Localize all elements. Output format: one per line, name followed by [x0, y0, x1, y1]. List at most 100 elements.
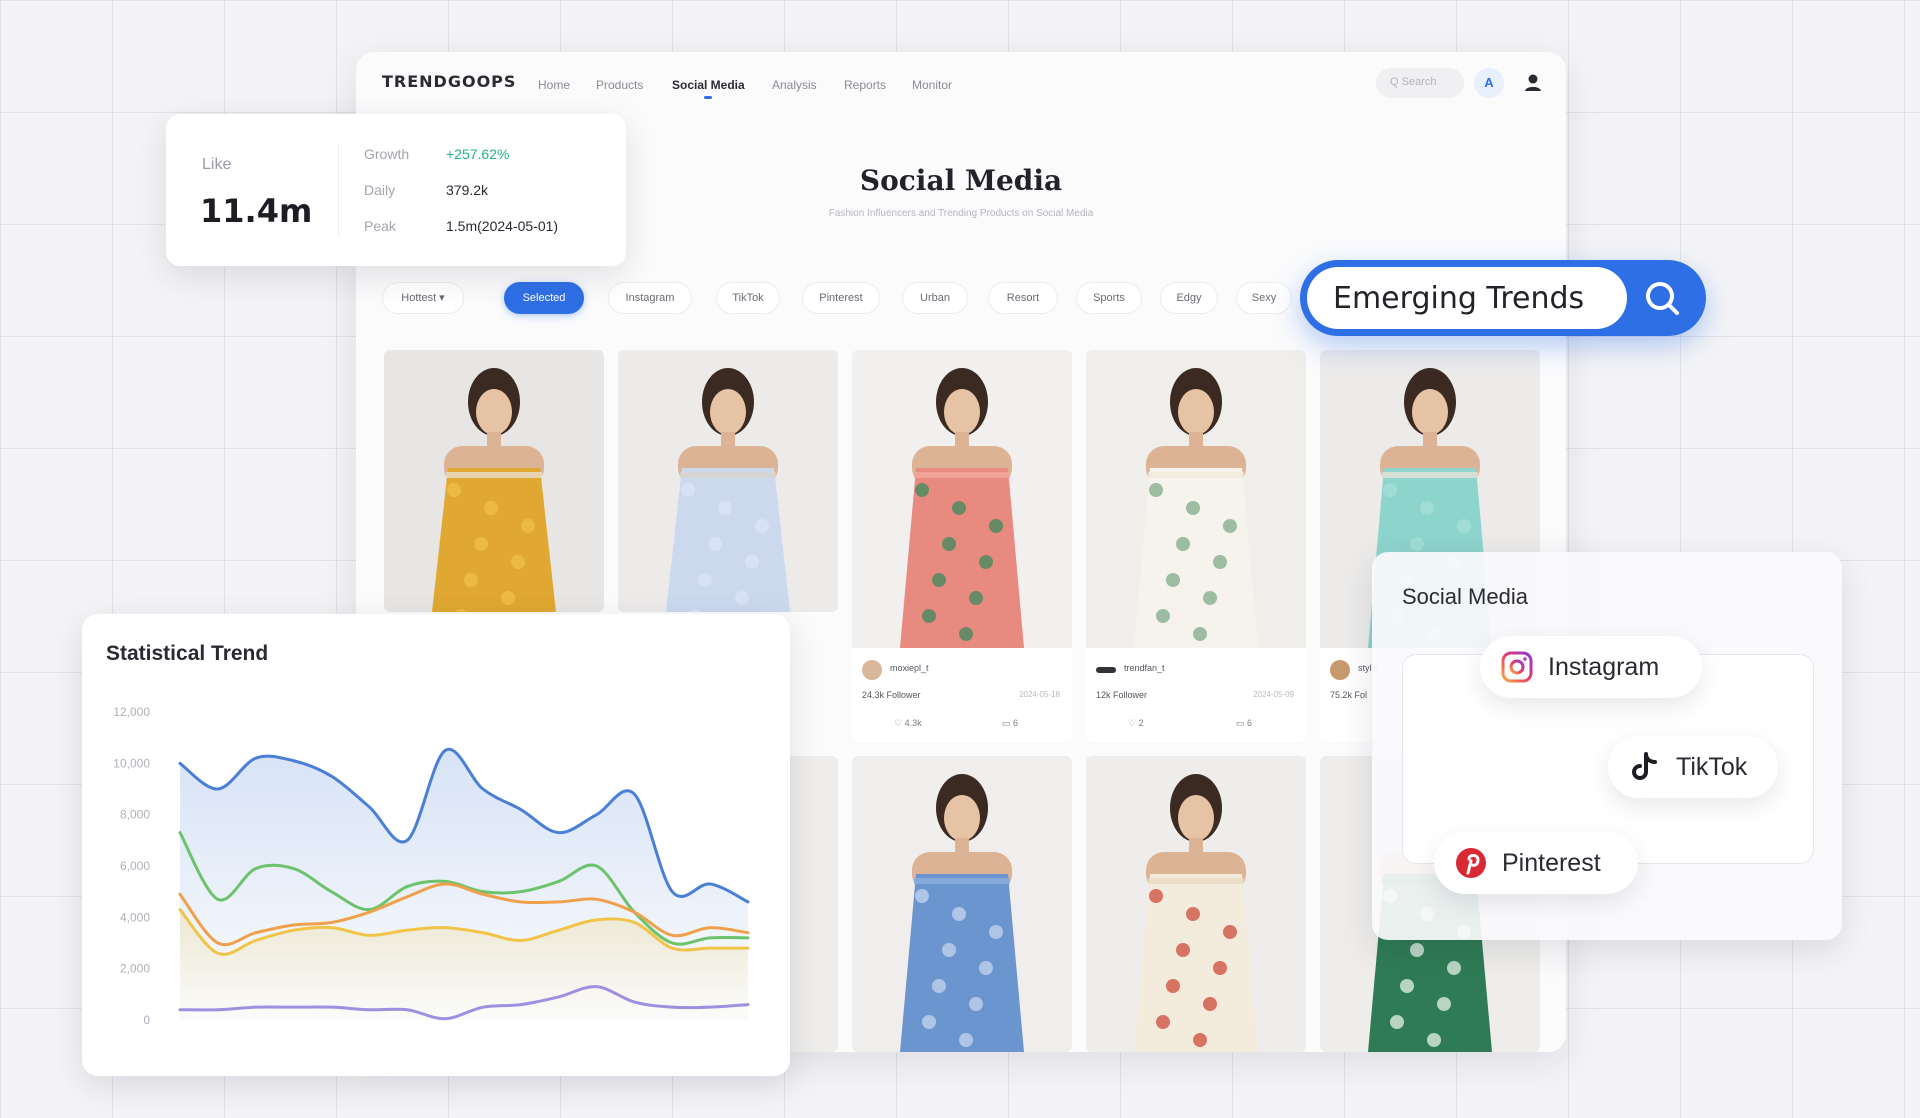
search-icon[interactable] [1630, 270, 1694, 326]
y-tick-label: 12,000 [113, 705, 150, 719]
product-card[interactable]: trendfan_t 12k Follower 2024-05-09 ♡ 2 ▭… [1086, 350, 1306, 742]
statistical-trend-card: Statistical Trend 12,000 10,000 8,000 6,000… [82, 614, 790, 1076]
garment-pattern [511, 555, 525, 569]
chip-sexy[interactable]: Sexy [1236, 282, 1292, 314]
garment-pattern [1156, 1015, 1170, 1029]
garment-pattern [932, 979, 946, 993]
post-followers: 75.2k Fol [1330, 690, 1368, 700]
garment-pattern [959, 627, 973, 641]
app-logo[interactable]: TRENDGOOPS [382, 72, 516, 91]
garment-pattern [745, 555, 759, 569]
garment-pattern [952, 501, 966, 515]
like-stats-card: Like 11.4m Growth +257.62% Daily 379.2k … [166, 114, 626, 266]
garment-pattern [915, 889, 929, 903]
post-followers: 24.3k Follower [862, 690, 921, 700]
nav-home[interactable]: Home [538, 78, 570, 92]
chip-sports[interactable]: Sports [1076, 282, 1142, 314]
tiktok-button[interactable]: TikTok [1608, 736, 1778, 798]
nav-products[interactable]: Products [596, 78, 643, 92]
chip-urban[interactable]: Urban [902, 282, 968, 314]
garment-trim [914, 878, 1010, 884]
instagram-icon [1501, 651, 1533, 683]
model-face [944, 389, 980, 435]
nav-social-media[interactable]: Social Media [672, 78, 745, 99]
chip-pinterest[interactable]: Pinterest [802, 282, 880, 314]
user-icon[interactable] [1520, 70, 1546, 96]
product-image[interactable] [852, 350, 1072, 648]
avatar[interactable] [862, 660, 882, 680]
product-card[interactable]: moxiepl_t 24.3k Follower 2024-05-18 ♡ 4.… [852, 350, 1072, 742]
nav-reports[interactable]: Reports [844, 78, 886, 92]
product-card[interactable] [852, 756, 1072, 1052]
y-tick-label: 4,000 [120, 910, 150, 924]
chip-tiktok[interactable]: TikTok [716, 282, 780, 314]
instagram-button[interactable]: Instagram [1480, 636, 1702, 698]
garment-pattern [1186, 907, 1200, 921]
garment-pattern [942, 537, 956, 551]
nav-analysis[interactable]: Analysis [772, 78, 817, 92]
product-image[interactable] [1086, 350, 1306, 648]
model-face [710, 389, 746, 435]
daily-label: Daily [364, 182, 396, 198]
garment-pattern [969, 591, 983, 605]
divider [338, 144, 339, 236]
product-image[interactable] [384, 350, 604, 612]
avatar[interactable] [1330, 660, 1350, 680]
garment-pattern [1383, 483, 1397, 497]
garment-pattern [1176, 943, 1190, 957]
product-card[interactable] [1086, 756, 1306, 1052]
avatar[interactable] [1096, 667, 1116, 673]
product-image[interactable] [1086, 756, 1306, 1052]
garment-pattern [1149, 889, 1163, 903]
garment-pattern [1166, 979, 1180, 993]
emerging-trends-search: Emerging Trends [1300, 260, 1706, 336]
garment-pattern [1166, 573, 1180, 587]
garment-pattern [979, 961, 993, 975]
garment-pattern [708, 537, 722, 551]
garment-pattern [922, 609, 936, 623]
translate-icon[interactable]: A [1474, 68, 1504, 98]
chip-resort[interactable]: Resort [988, 282, 1058, 314]
chip-instagram[interactable]: Instagram [608, 282, 692, 314]
garment-pattern [1203, 591, 1217, 605]
top-navbar: TRENDGOOPS Home Products Social Media An… [356, 52, 1566, 116]
post-date: 2024-05-18 [1019, 690, 1060, 699]
chip-edgy[interactable]: Edgy [1160, 282, 1218, 314]
sort-dropdown[interactable]: Hottest ▾ [382, 282, 464, 314]
post-followers: 12k Follower [1096, 690, 1148, 700]
product-image[interactable] [618, 350, 838, 612]
garment-pattern [1400, 979, 1414, 993]
post-username[interactable]: moxiepl_t [890, 663, 929, 673]
garment-pattern [1447, 961, 1461, 975]
post-username[interactable]: trendfan_t [1124, 663, 1165, 673]
y-tick-label: 8,000 [120, 808, 150, 822]
garment-pattern [959, 1033, 973, 1047]
garment-pattern [1410, 537, 1424, 551]
garment-pattern [952, 907, 966, 921]
garment-trim [914, 472, 1010, 478]
trend-chart: 12,000 10,000 8,000 6,000 4,000 2,000 0 [113, 705, 750, 1027]
garment-pattern [501, 591, 515, 605]
product-card[interactable] [618, 350, 838, 612]
post-comments: ▭ 6 [1002, 718, 1019, 728]
garment-pattern [698, 573, 712, 587]
nav-search-input[interactable]: Q Search [1376, 68, 1464, 98]
pinterest-button[interactable]: Pinterest [1434, 832, 1638, 894]
post-comments: ▭ 6 [1236, 718, 1253, 728]
y-tick-label: 10,000 [113, 756, 150, 770]
garment-pattern [1410, 943, 1424, 957]
garment-pattern [1176, 537, 1190, 551]
daily-value: 379.2k [446, 182, 489, 198]
garment-trim [1148, 472, 1244, 478]
garment-pattern [1149, 483, 1163, 497]
nav-monitor[interactable]: Monitor [912, 78, 952, 92]
social-card-title: Social Media [1402, 584, 1528, 609]
product-card[interactable] [384, 350, 604, 612]
pinterest-icon [1456, 848, 1486, 878]
y-tick-label: 2,000 [120, 962, 150, 976]
model-face [1178, 389, 1214, 435]
product-image[interactable] [852, 756, 1072, 1052]
emerging-trends-input[interactable]: Emerging Trends [1307, 267, 1627, 329]
chip-selected[interactable]: Selected [504, 282, 584, 314]
peak-value: 1.5m(2024-05-01) [446, 218, 559, 234]
